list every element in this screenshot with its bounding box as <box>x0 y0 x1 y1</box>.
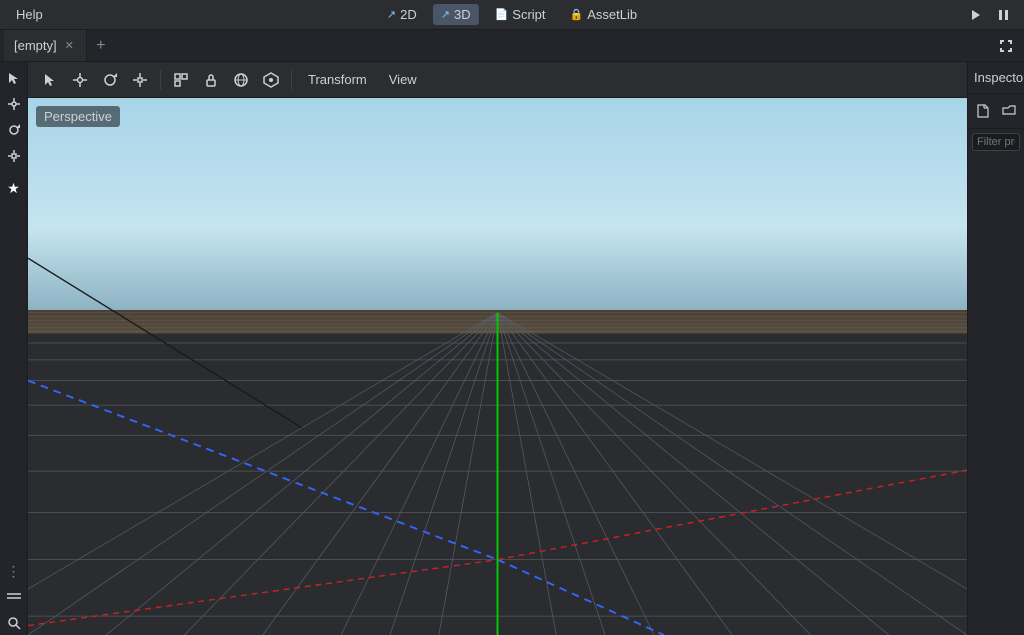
filter-input[interactable] <box>972 133 1020 151</box>
tab-bar: [empty] ✕ + <box>0 30 1024 62</box>
perspective-label[interactable]: Perspective <box>36 106 120 127</box>
mesh-button[interactable] <box>227 66 255 94</box>
inspector-icons <box>968 94 1024 129</box>
bookmark-icon[interactable]: ★ <box>2 176 26 200</box>
snap-button[interactable] <box>257 66 285 94</box>
mode-2d-button[interactable]: ↗ 2D <box>379 4 425 25</box>
move-button[interactable] <box>66 66 94 94</box>
script-label: Script <box>512 7 545 22</box>
lines-icon[interactable] <box>2 585 26 609</box>
inspector-panel: Inspector <box>967 62 1024 635</box>
assetlib-button[interactable]: 🔒 AssetLib <box>562 4 646 25</box>
filter-props <box>968 129 1024 155</box>
scene-tab[interactable]: [empty] ✕ <box>4 30 87 61</box>
mode-2d-icon: ↗ <box>387 8 396 21</box>
script-button[interactable]: 📄 Script <box>487 4 554 25</box>
dots-icon[interactable]: ⋮ <box>2 559 26 583</box>
mode-2d-label: 2D <box>400 7 417 22</box>
pause-button[interactable] <box>992 3 1016 27</box>
toolbar-sep-2 <box>291 70 292 90</box>
search-icon[interactable] <box>2 611 26 635</box>
inspector-title: Inspector <box>968 62 1024 94</box>
right-controls <box>964 3 1016 27</box>
script-icon: 📄 <box>495 8 509 21</box>
tab-label: [empty] <box>14 38 57 53</box>
menu-bar: Help ↗ 2D ↗ 3D 📄 Script 🔒 AssetLib <box>0 0 1024 30</box>
mode-3d-label: 3D <box>454 7 471 22</box>
view-button[interactable]: View <box>379 68 427 91</box>
menu-help[interactable]: Help <box>8 3 51 26</box>
inspector-file-icon[interactable] <box>972 100 994 122</box>
toolbar: Transform View <box>28 62 967 98</box>
viewport-grid <box>28 98 967 635</box>
viewport-container: Transform View <box>28 62 967 635</box>
mode-3d-icon: ↗ <box>441 8 450 21</box>
assetlib-icon: 🔒 <box>570 8 584 21</box>
scale-tool-icon[interactable] <box>2 144 26 168</box>
left-panel: ★ ⋮ <box>0 62 28 635</box>
3d-viewport[interactable]: Perspective <box>28 98 967 635</box>
rotate-tool-icon[interactable] <box>2 118 26 142</box>
assetlib-label: AssetLib <box>587 7 637 22</box>
inspector-folder-icon[interactable] <box>998 100 1020 122</box>
tab-close-button[interactable]: ✕ <box>63 37 76 54</box>
select-tool-icon[interactable] <box>2 66 26 90</box>
select-button[interactable] <box>36 66 64 94</box>
transform-button[interactable]: Transform <box>298 68 377 91</box>
add-tab-button[interactable]: + <box>87 30 115 61</box>
lock-button[interactable] <box>197 66 225 94</box>
scale-button[interactable] <box>126 66 154 94</box>
main-area: ★ ⋮ <box>0 62 1024 635</box>
mode-3d-button[interactable]: ↗ 3D <box>433 4 479 25</box>
transform-select-button[interactable] <box>167 66 195 94</box>
rotate-button[interactable] <box>96 66 124 94</box>
fullscreen-button[interactable] <box>992 32 1020 60</box>
toolbar-sep-1 <box>160 70 161 90</box>
move-tool-icon[interactable] <box>2 92 26 116</box>
play-button[interactable] <box>964 3 988 27</box>
